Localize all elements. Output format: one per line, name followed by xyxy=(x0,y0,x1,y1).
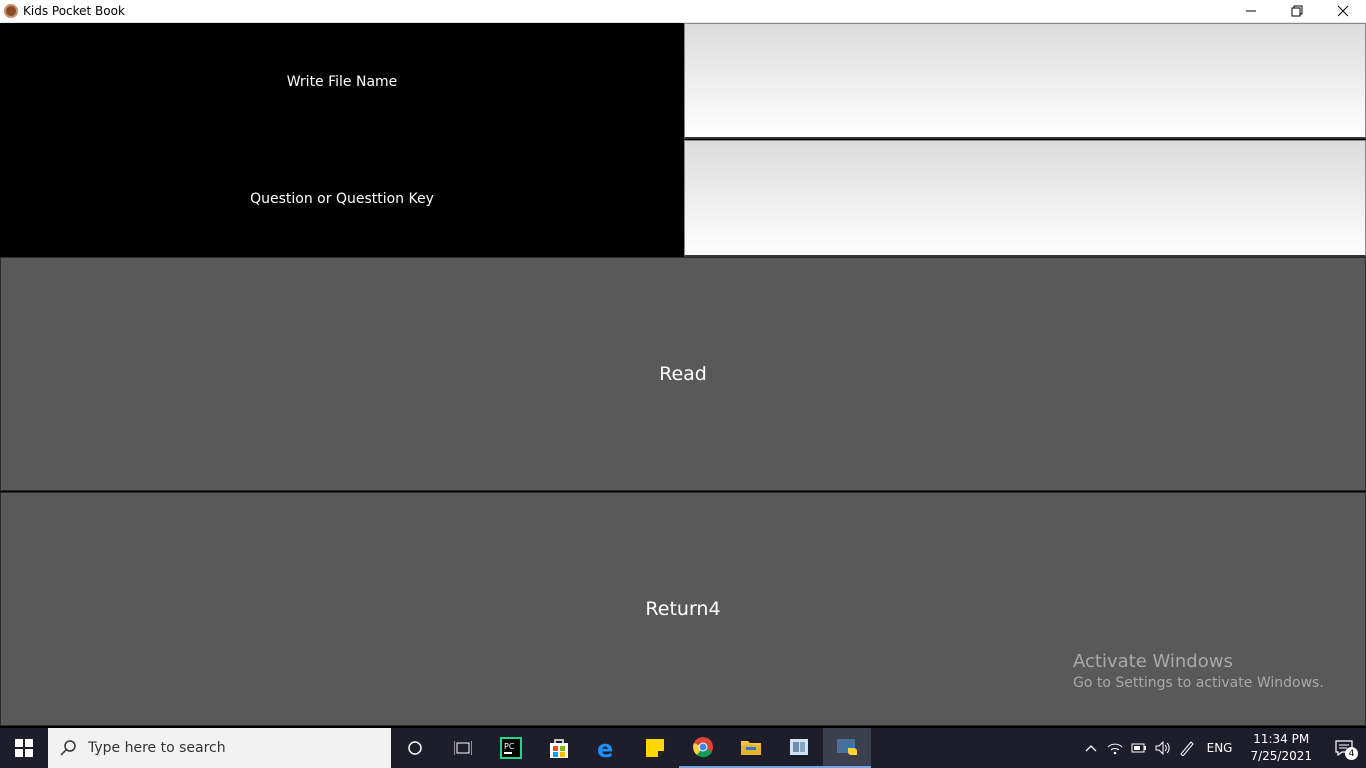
battery-icon xyxy=(1131,743,1146,753)
minimize-icon xyxy=(1246,10,1256,12)
question-key-label: Question or Questtion Key xyxy=(0,140,684,257)
edge-icon: e xyxy=(597,737,613,759)
system-tray: ENG 11:34 PM 7/25/2021 4 xyxy=(1079,728,1366,768)
task-view-button[interactable] xyxy=(439,728,487,768)
action-center-button[interactable]: 4 xyxy=(1322,728,1366,768)
clock-date: 7/25/2021 xyxy=(1250,749,1312,763)
svg-text:PC: PC xyxy=(504,742,515,751)
pen-icon xyxy=(1179,741,1194,756)
taskbar-search-box[interactable]: Type here to search xyxy=(48,728,391,768)
network-button[interactable] xyxy=(1103,728,1127,768)
language-indicator[interactable]: ENG xyxy=(1199,741,1241,755)
file-explorer-icon xyxy=(741,741,761,755)
pycharm-icon: PC xyxy=(500,737,522,759)
chrome-taskbar-button[interactable] xyxy=(679,728,727,768)
chrome-icon xyxy=(693,737,713,758)
title-bar: Kids Pocket Book xyxy=(0,0,1366,23)
read-button[interactable]: Read xyxy=(0,257,1366,491)
file-explorer-taskbar-button[interactable] xyxy=(727,728,775,768)
close-icon xyxy=(1337,5,1349,17)
windows-logo-icon xyxy=(15,739,33,757)
search-placeholder: Type here to search xyxy=(88,740,226,756)
cortana-button[interactable] xyxy=(391,728,439,768)
restore-button[interactable] xyxy=(1274,0,1320,22)
file-name-input[interactable] xyxy=(685,24,1365,137)
question-key-input[interactable] xyxy=(685,141,1365,255)
speaker-icon xyxy=(1155,741,1170,755)
python-icon xyxy=(837,739,857,755)
search-icon xyxy=(60,740,76,756)
activate-windows-watermark: Activate Windows Go to Settings to activ… xyxy=(1073,651,1324,691)
window-controls xyxy=(1228,0,1366,23)
task-view-icon xyxy=(454,741,472,755)
question-key-field-container xyxy=(684,140,1366,257)
sticky-notes-taskbar-button[interactable] xyxy=(631,728,679,768)
volume-button[interactable] xyxy=(1151,728,1175,768)
file-name-label: Write File Name xyxy=(0,23,684,140)
window-title: Kids Pocket Book xyxy=(23,4,125,18)
app-taskbar-button[interactable] xyxy=(775,728,823,768)
file-name-field-container xyxy=(684,23,1366,139)
store-icon xyxy=(550,739,568,758)
battery-button[interactable] xyxy=(1127,728,1151,768)
restore-icon xyxy=(1291,5,1303,17)
store-taskbar-button[interactable] xyxy=(535,728,583,768)
notification-badge: 4 xyxy=(1345,747,1358,760)
app-icon xyxy=(790,739,808,755)
watermark-title: Activate Windows xyxy=(1073,651,1233,672)
pen-workspace-button[interactable] xyxy=(1175,728,1199,768)
watermark-subtitle: Go to Settings to activate Windows. xyxy=(1073,675,1324,691)
clock[interactable]: 11:34 PM 7/25/2021 xyxy=(1240,731,1322,765)
sticky-notes-icon xyxy=(646,739,664,757)
wifi-icon xyxy=(1107,743,1122,755)
edge-taskbar-button[interactable]: e xyxy=(583,728,631,768)
close-button[interactable] xyxy=(1320,0,1366,22)
svg-text:e: e xyxy=(597,737,613,759)
cortana-icon xyxy=(408,741,422,755)
minimize-button[interactable] xyxy=(1228,0,1274,22)
pycharm-taskbar-button[interactable]: PC xyxy=(487,728,535,768)
python-taskbar-button[interactable] xyxy=(823,728,871,768)
show-hidden-icons-button[interactable] xyxy=(1079,728,1103,768)
app-logo-icon xyxy=(4,4,18,18)
taskbar: Type here to search PC e ENG 11:34 PM 7/… xyxy=(0,728,1366,768)
chevron-up-icon xyxy=(1085,745,1097,752)
clock-time: 11:34 PM xyxy=(1253,732,1310,746)
start-button[interactable] xyxy=(0,728,48,768)
